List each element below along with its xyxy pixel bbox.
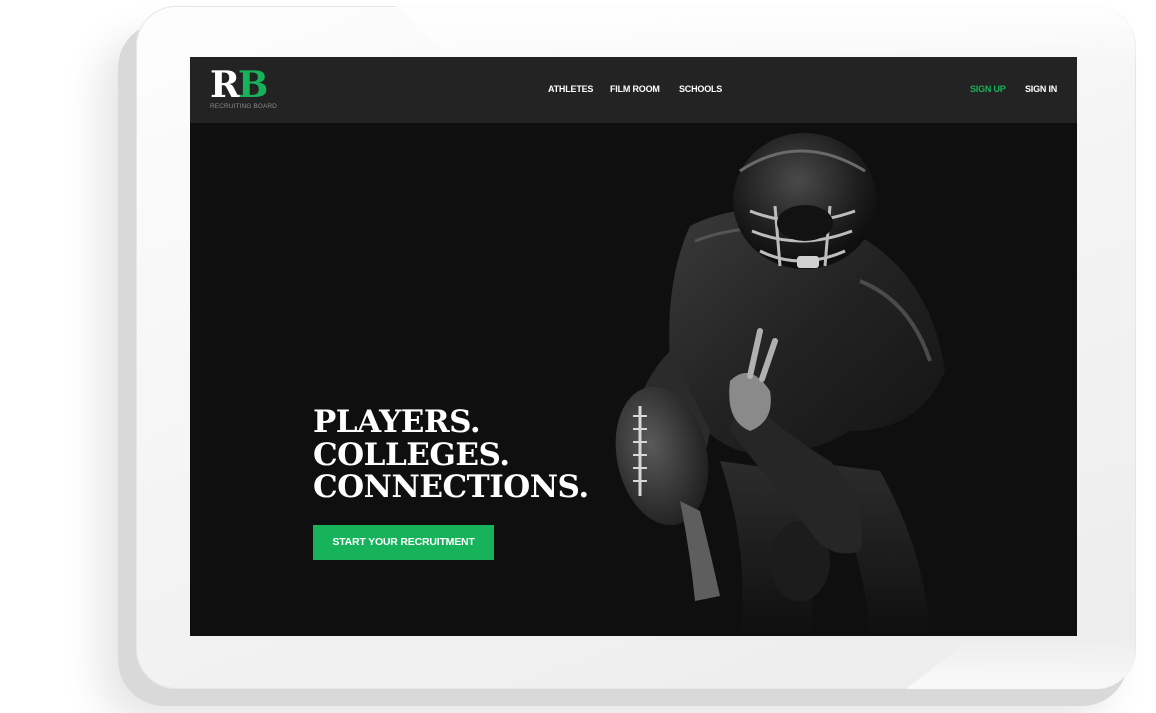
nav-link-schools[interactable]: SCHOOLS	[679, 84, 722, 94]
tablet-screen: RB RECRUITING BOARD ATHLETES FILM ROOM S…	[190, 57, 1077, 636]
top-navbar: RB RECRUITING BOARD ATHLETES FILM ROOM S…	[190, 57, 1077, 123]
headline-line-players: PLAYERS.	[313, 404, 481, 440]
hero-headline: PLAYERS. COLLEGES. CONNECTIONS.	[313, 406, 643, 504]
logo-letter-b: B	[237, 64, 268, 106]
sign-up-link[interactable]: SIGN UP	[970, 84, 1006, 94]
start-recruitment-button[interactable]: START YOUR RECRUITMENT	[313, 525, 494, 560]
logo-letter-r: R	[210, 64, 240, 106]
headline-line-colleges: COLLEGES.	[313, 436, 510, 473]
nav-link-film-room[interactable]: FILM ROOM	[610, 84, 660, 94]
headline-line-connections: CONNECTIONS.	[313, 469, 589, 505]
tablet-glare-bottom	[906, 636, 1136, 689]
nav-link-athletes[interactable]: ATHLETES	[548, 84, 593, 94]
logo-mark: RB	[210, 64, 268, 106]
hero-section: PLAYERS. COLLEGES. CONNECTIONS. START YO…	[190, 123, 1077, 636]
brand-logo[interactable]: RB RECRUITING BOARD	[210, 64, 277, 114]
football-player-image	[615, 133, 945, 636]
sign-in-link[interactable]: SIGN IN	[1025, 84, 1057, 94]
page-mockup: RB RECRUITING BOARD ATHLETES FILM ROOM S…	[0, 0, 1156, 713]
logo-tagline: RECRUITING BOARD	[210, 103, 277, 110]
